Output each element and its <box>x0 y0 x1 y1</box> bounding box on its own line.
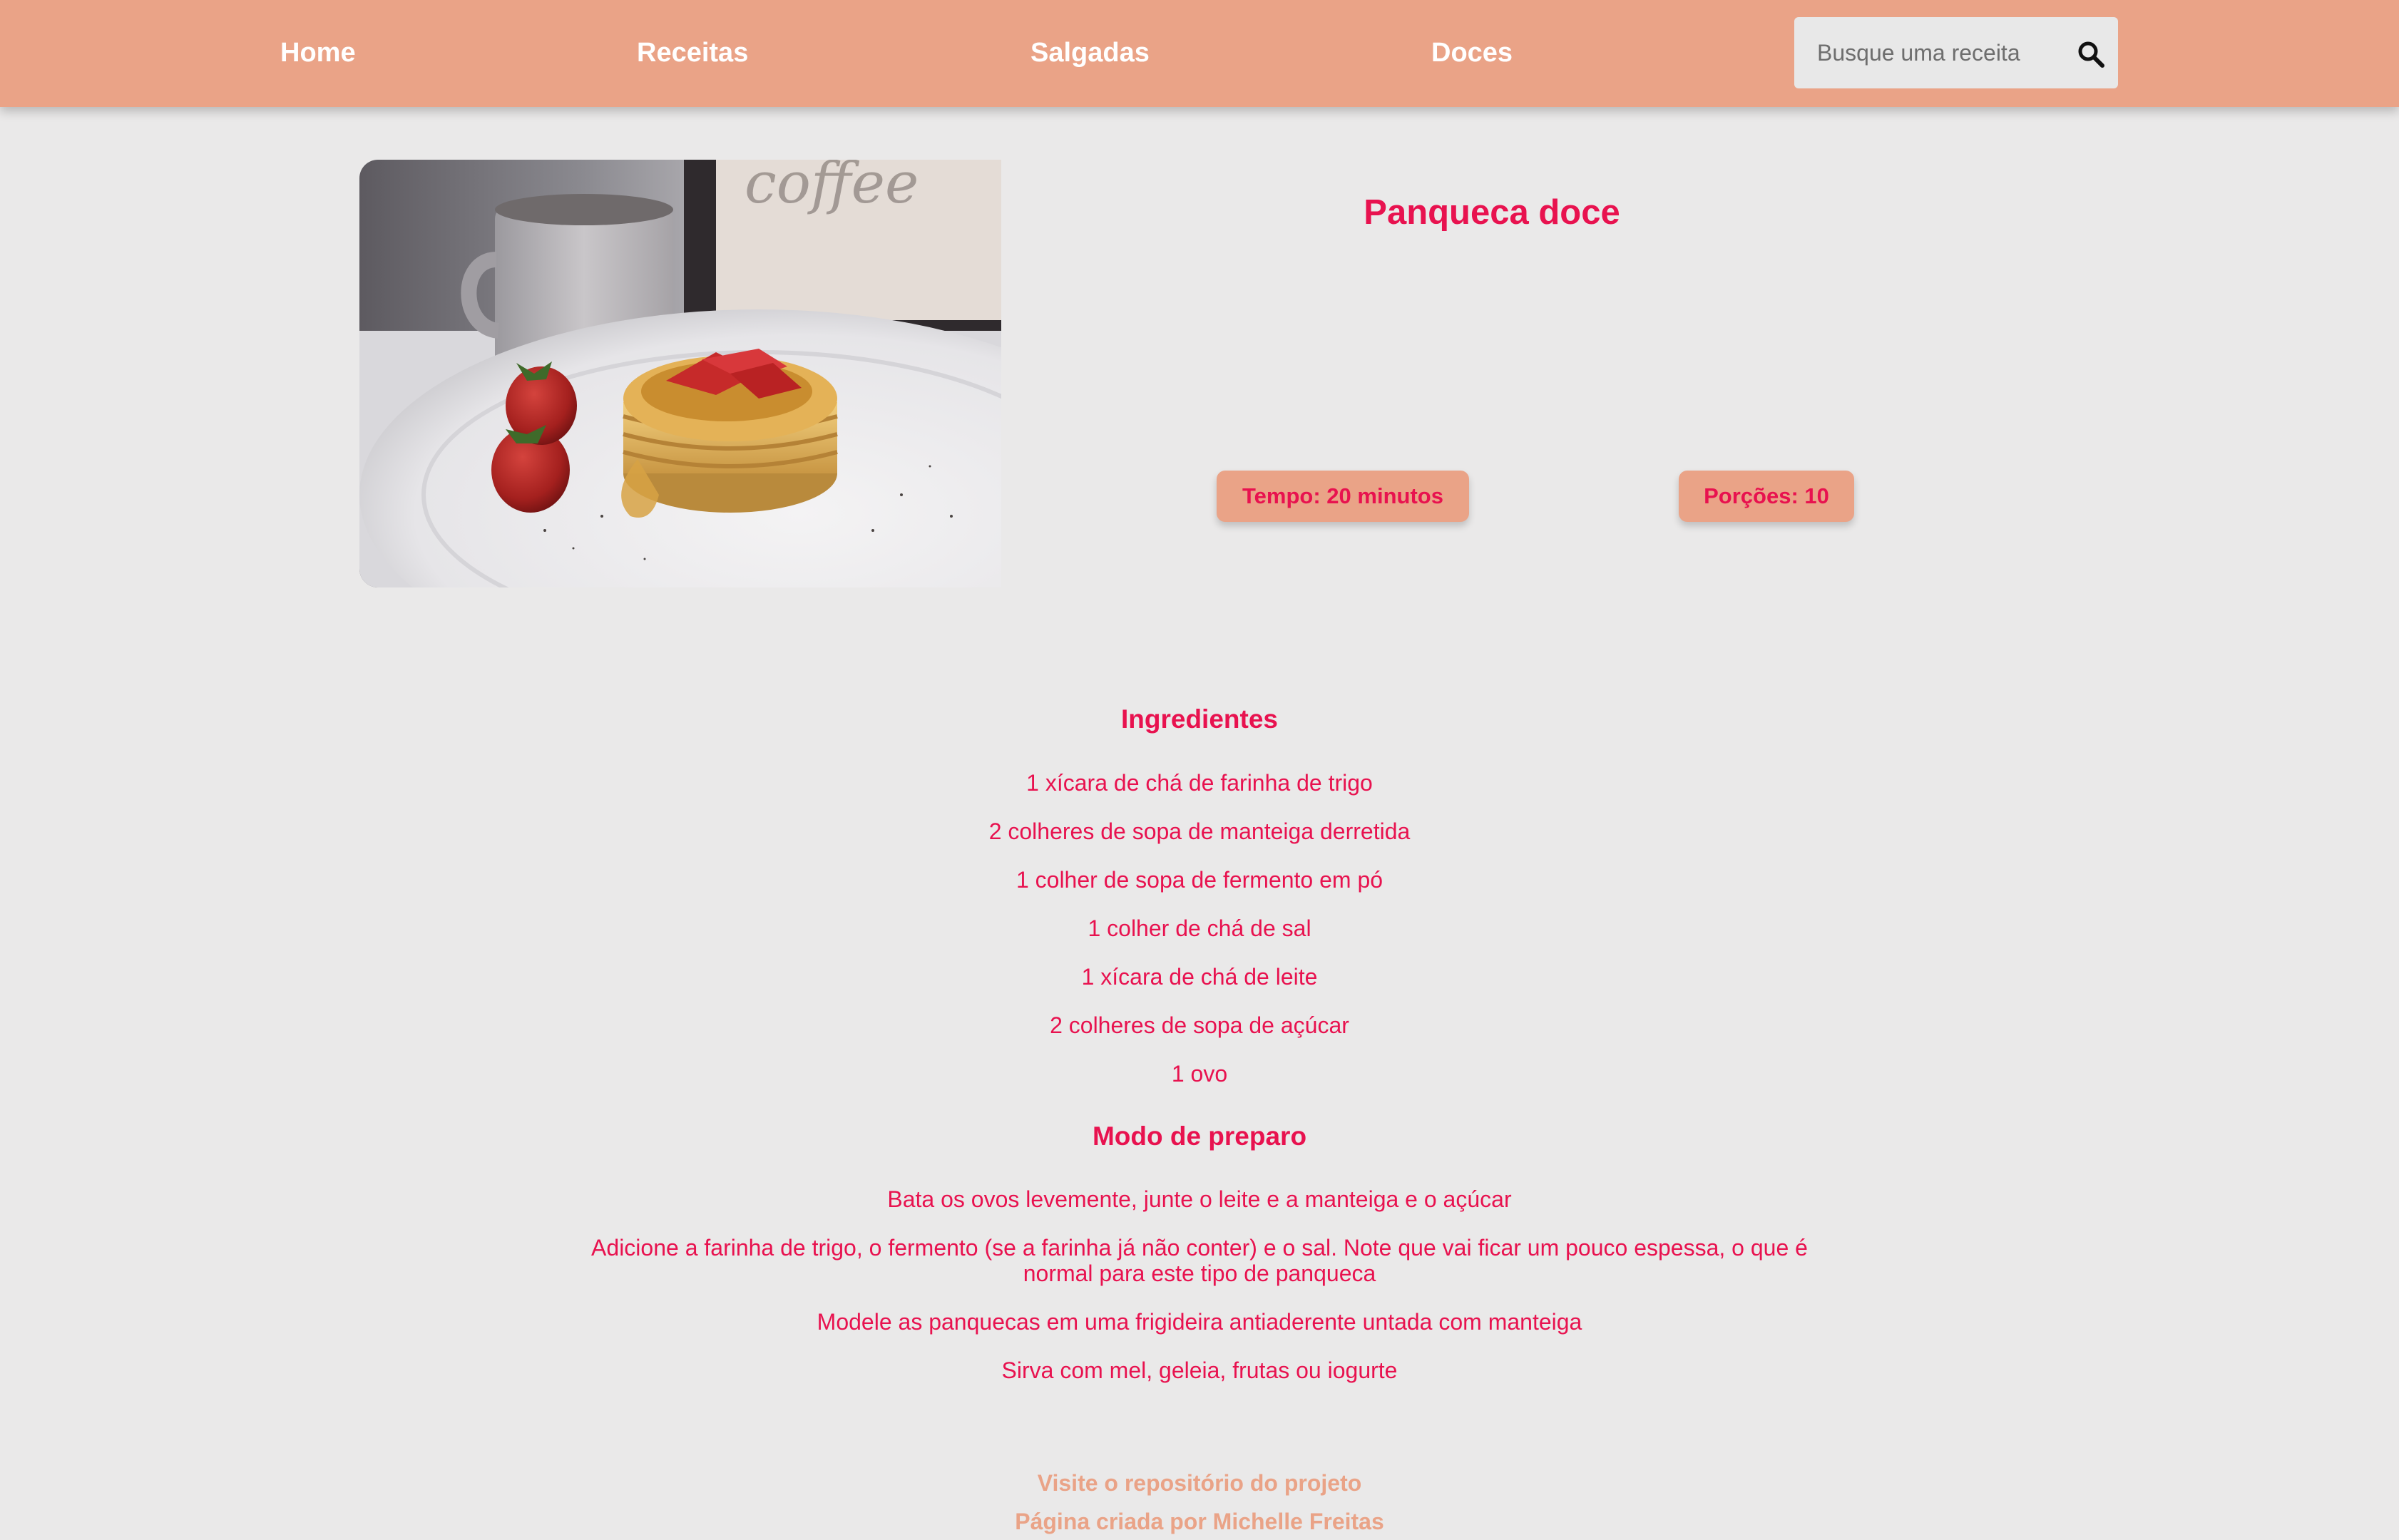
time-badge: Tempo: 20 minutos <box>1217 471 1469 522</box>
ingredient-item: 1 colher de chá de sal <box>1088 915 1311 941</box>
repository-link[interactable]: Visite o repositório do projeto <box>0 1470 2399 1497</box>
search-icon[interactable] <box>2074 37 2109 73</box>
nav-link-home[interactable]: Home <box>280 0 356 106</box>
svg-text:coffee: coffee <box>745 160 919 216</box>
preparation-steps: Bata os ovos levemente, junte o leite e … <box>585 1186 1814 1406</box>
preparation-step: Sirva com mel, geleia, frutas ou iogurte <box>1001 1357 1398 1383</box>
nav-link-doces[interactable]: Doces <box>1431 0 1513 106</box>
ingredients-heading: Ingredientes <box>1121 704 1278 734</box>
top-navigation-bar: Home Receitas Salgadas Doces <box>0 0 2399 107</box>
ingredient-item: 2 colheres de sopa de manteiga derretida <box>988 818 1411 844</box>
preparation-step: Modele as panquecas em uma frigideira an… <box>817 1309 1582 1335</box>
author-credit: Página criada por Michelle Freitas <box>1015 1509 1384 1534</box>
servings-badge: Porções: 10 <box>1679 471 1854 522</box>
ingredients-list: 1 xícara de chá de farinha de trigo 2 co… <box>585 770 1814 1109</box>
preparation-step: Adicione a farinha de trigo, o fermento … <box>591 1235 1808 1286</box>
recipe-photo: coffee <box>359 160 1001 587</box>
preparation-step: Bata os ovos levemente, junte o leite e … <box>887 1186 1512 1212</box>
ingredient-item: 1 ovo <box>1171 1061 1228 1087</box>
recipe-title: Panqueca doce <box>1364 193 1620 232</box>
ingredient-item: 1 xícara de chá de farinha de trigo <box>1026 770 1373 796</box>
search-box <box>1794 17 2118 88</box>
search-input[interactable] <box>1794 17 2051 88</box>
preparation-heading: Modo de preparo <box>1092 1121 1307 1151</box>
ingredient-item: 1 colher de sopa de fermento em pó <box>1016 867 1383 893</box>
nav-link-receitas[interactable]: Receitas <box>637 0 748 106</box>
ingredient-item: 2 colheres de sopa de açúcar <box>1050 1012 1349 1038</box>
ingredient-item: 1 xícara de chá de leite <box>1081 964 1318 990</box>
nav-link-salgadas[interactable]: Salgadas <box>1030 0 1150 106</box>
